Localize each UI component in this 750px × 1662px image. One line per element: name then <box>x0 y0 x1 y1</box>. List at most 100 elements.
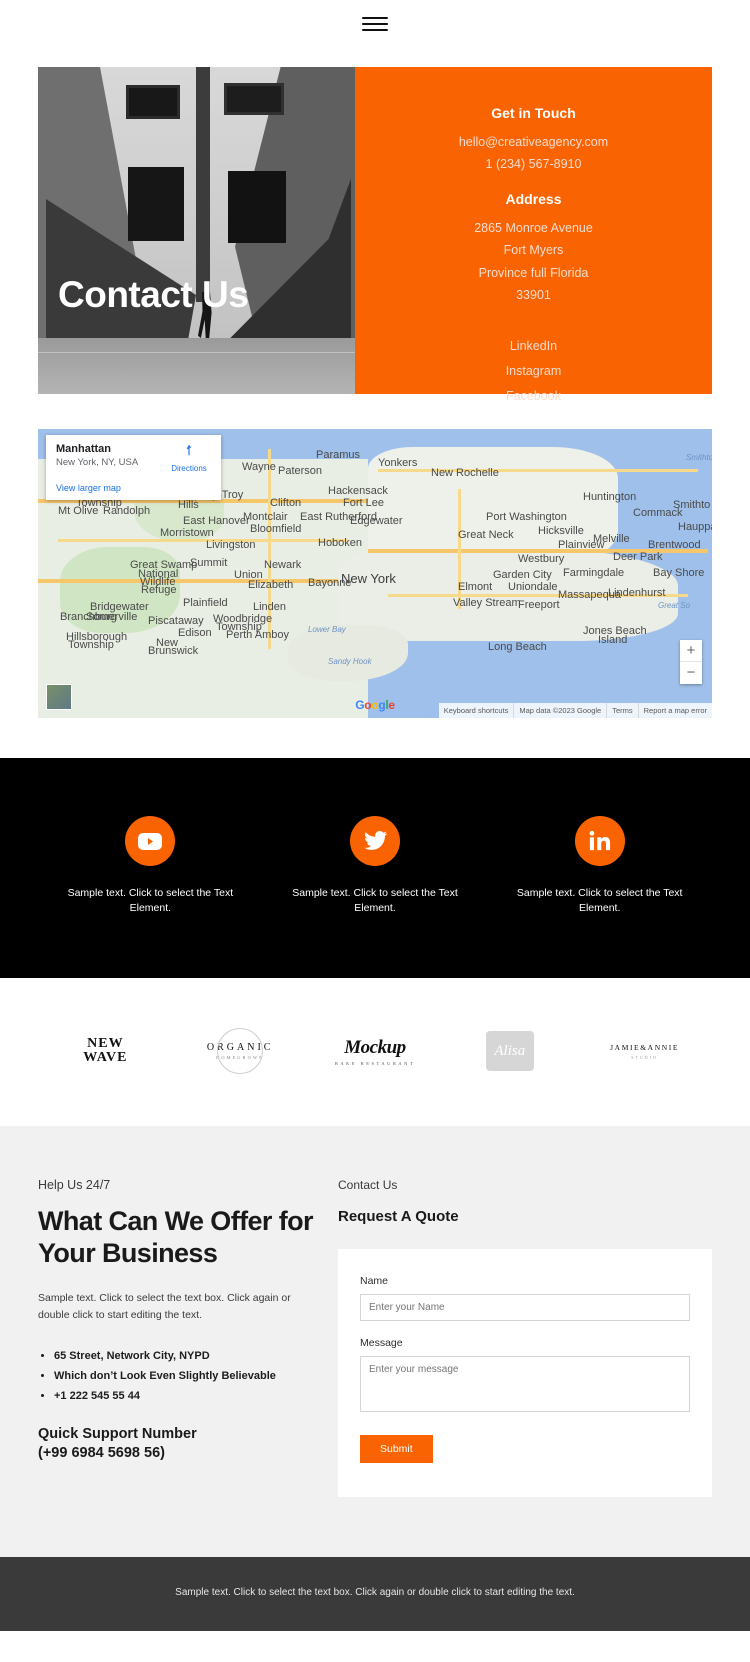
logo-mockup: Mockup BAKE RESTAURANT <box>308 1028 443 1074</box>
keyboard-shortcuts-link[interactable]: Keyboard shortcuts <box>439 703 514 718</box>
logo-text-line1: NEW <box>87 1035 124 1051</box>
map-city-label: Plainfield <box>183 597 228 609</box>
map-streetview-thumbnail[interactable] <box>46 684 72 710</box>
map-data-text: Map data ©2023 Google <box>513 703 606 718</box>
map-city-label: Edgewater <box>350 515 403 527</box>
terms-link[interactable]: Terms <box>606 703 637 718</box>
get-in-touch-heading: Get in Touch <box>491 105 576 121</box>
map-city-label: Smithto <box>673 499 711 511</box>
map-info-card[interactable]: Manhattan New York, NY, USA Directions V… <box>46 435 221 500</box>
map-water-label: Smithtow <box>686 453 712 462</box>
map-city-label: Linden <box>253 601 287 613</box>
youtube-icon[interactable] <box>125 816 176 866</box>
map-section: New York Newark Yonkers Paramus New Rochelle… <box>0 394 750 718</box>
burger-bar <box>362 28 388 31</box>
quick-support-number: (+99 6984 5698 56) <box>38 1445 165 1462</box>
photo-column <box>196 67 210 303</box>
social-link-facebook[interactable]: Facebook <box>373 389 694 403</box>
contact-phone[interactable]: 1 (234) 567-8910 <box>373 155 694 174</box>
offer-bullet-list: 65 Street, Network City, NYPD Which don’… <box>38 1346 318 1407</box>
map-city-label: Uniondale <box>508 581 558 593</box>
address-line: Fort Myers <box>503 243 564 258</box>
social-links: LinkedIn Instagram Facebook <box>373 339 694 403</box>
map-water-label: Sandy Hook <box>328 657 372 666</box>
map-city-label: Huntington <box>583 491 637 503</box>
page-title: Contact Us <box>58 274 249 315</box>
map-city-label: Deer Park <box>613 551 663 563</box>
map-city-label: Bloomfield <box>250 523 302 535</box>
address-heading: Address <box>505 190 562 207</box>
twitter-icon[interactable] <box>350 816 400 866</box>
hamburger-menu-icon[interactable] <box>362 14 388 34</box>
map-city-label: Island <box>598 634 628 646</box>
quote-form-card: Name Message Submit <box>338 1249 712 1498</box>
map-city-label: Great Neck <box>458 529 514 541</box>
message-label: Message <box>360 1337 403 1350</box>
map-city-label: Paramus <box>316 449 361 461</box>
quote-form-column: Contact Us Request A Quote Name Message … <box>338 1178 712 1498</box>
view-larger-map-link[interactable]: View larger map <box>56 483 211 493</box>
map-city-label: Lindenhurst <box>608 587 666 599</box>
burger-bar <box>362 22 388 25</box>
map-city-label: Montclair <box>243 511 288 523</box>
google-map[interactable]: New York Newark Yonkers Paramus New Rochelle… <box>38 429 712 718</box>
offer-section: Help Us 24/7 What Can We Offer for Your … <box>0 1126 750 1558</box>
youtube-glyph <box>138 832 163 850</box>
name-input[interactable] <box>360 1294 690 1322</box>
map-city-label: Garden City <box>493 569 552 581</box>
map-city-label: Long Beach <box>488 641 547 653</box>
site-header <box>0 0 750 47</box>
map-card-text: Manhattan New York, NY, USA <box>56 443 167 468</box>
map-city-label: Refuge <box>141 584 177 596</box>
map-city-label: Brunswick <box>148 645 199 657</box>
map-city-label: Morristown <box>160 527 214 539</box>
map-zoom-controls[interactable]: + − <box>680 640 702 684</box>
submit-button[interactable]: Submit <box>360 1435 433 1464</box>
twitter-glyph <box>364 831 387 850</box>
map-city-label: Brentwood <box>648 539 701 551</box>
name-label: Name <box>360 1275 389 1288</box>
burger-bar <box>362 16 388 19</box>
map-card-subtitle: New York, NY, USA <box>56 457 139 468</box>
name-field-group: Name <box>360 1275 690 1322</box>
map-road <box>58 539 348 542</box>
report-error-link[interactable]: Report a map error <box>637 703 712 718</box>
hero-photo: Contact Us <box>38 67 355 394</box>
quick-support-block: Quick Support Number (+99 6984 5698 56) <box>38 1425 318 1464</box>
zoom-in-button[interactable]: + <box>680 640 702 662</box>
map-card-title: Manhattan <box>56 443 111 455</box>
map-road <box>378 469 698 472</box>
map-city-label: Hauppa <box>678 521 712 533</box>
map-city-label: Newark <box>264 559 302 571</box>
map-city-label: East Hanover <box>183 515 250 527</box>
social-link-linkedin[interactable]: LinkedIn <box>373 339 694 353</box>
map-city-label: Elmont <box>458 581 493 593</box>
map-water-label: Lower Bay <box>308 625 346 634</box>
map-city-label: Fort Lee <box>343 497 384 509</box>
hero-section: Contact Us Get in Touch hello@creativeag… <box>0 47 750 403</box>
linkedin-icon[interactable] <box>574 816 625 866</box>
offer-left-column: Help Us 24/7 What Can We Offer for Your … <box>38 1178 338 1497</box>
contact-email[interactable]: hello@creativeagency.com <box>373 133 694 152</box>
site-footer: Sample text. Click to select the text bo… <box>0 1557 750 1631</box>
logo-text-line1: JAMIE&ANNIE <box>610 1042 680 1052</box>
map-city-label: Plainview <box>558 539 605 551</box>
logo-new-wave: NEW WAVE <box>38 1028 173 1074</box>
offer-kicker: Help Us 24/7 <box>38 1178 111 1193</box>
map-city-label: Edison <box>178 627 212 639</box>
zoom-out-button[interactable]: − <box>680 662 702 684</box>
photo-window <box>128 167 184 241</box>
social-caption: Sample text. Click to select the Text El… <box>516 887 683 915</box>
social-link-instagram[interactable]: Instagram <box>373 364 694 378</box>
map-city-label: Hackensack <box>328 485 388 497</box>
offer-paragraph: Sample text. Click to select the text bo… <box>38 1292 291 1321</box>
directions-button[interactable]: Directions <box>167 443 211 476</box>
address-line: 33901 <box>516 287 551 302</box>
message-textarea[interactable] <box>360 1356 690 1413</box>
client-logos-row: NEW WAVE ORGANIC HOMEGROWN Mockup BAKE R… <box>0 978 750 1127</box>
map-city-label: Perth Amboy <box>226 629 289 641</box>
photo-window <box>228 171 286 243</box>
social-row: Sample text. Click to select the Text El… <box>38 816 712 916</box>
map-city-label: Wayne <box>242 461 276 473</box>
map-city-label: Yonkers <box>378 457 418 469</box>
